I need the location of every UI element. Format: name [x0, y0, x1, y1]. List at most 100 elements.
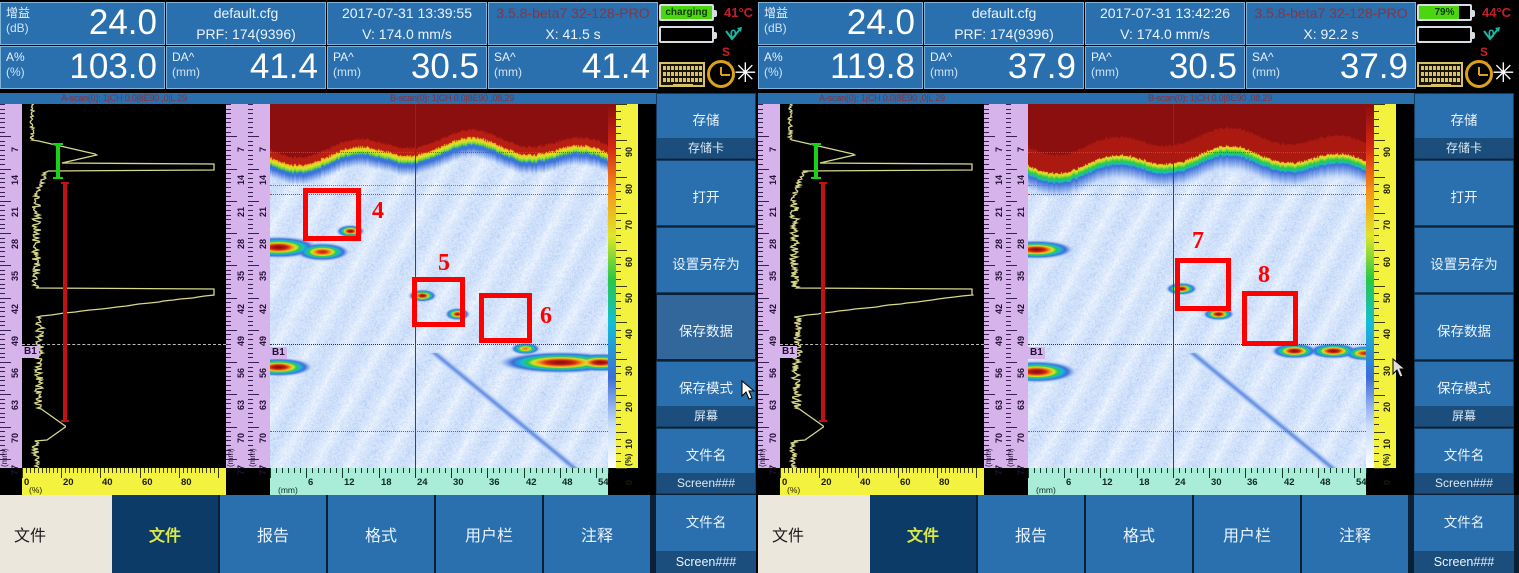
a-scan-gate-a[interactable]: [811, 143, 821, 179]
b-amp-tick-label: 40: [624, 328, 634, 339]
b-position-tick-label: 18: [1139, 477, 1150, 488]
apct-label: A%: [6, 50, 25, 64]
b-position-ruler-unit: (mm): [1036, 485, 1056, 495]
tab-1[interactable]: 文件: [112, 495, 220, 573]
a-scan-depth-ruler: 7 14 21 28 35 42 49 56 63 70 77 (mm): [758, 104, 780, 475]
tab-3[interactable]: 格式: [1086, 495, 1194, 573]
b-scan-reference-line: [1028, 194, 1366, 195]
status-cluster: 79%44°C0S V W✳: [1416, 0, 1515, 93]
b-position-tick-label: 36: [489, 477, 500, 488]
header-readout-grid: 增益 (dB) 24.0 default.cfg PRF: 174(9396) 2017-…: [0, 2, 658, 90]
a-scan-gate-b[interactable]: [819, 182, 827, 422]
b-position-tick-label: 42: [1284, 477, 1295, 488]
velocity-value: V: 174.0 mm/s: [362, 26, 452, 42]
sidebar-button-6[interactable]: 文件名 Screen###: [1414, 428, 1514, 494]
tab-4[interactable]: 用户栏: [1194, 495, 1302, 573]
sidebar-button-6[interactable]: 文件名 Screen###: [656, 428, 756, 494]
sidebar-button-4[interactable]: 保存数据: [1414, 294, 1514, 360]
b-depth-tick-label: 21: [1016, 206, 1026, 217]
defect-marker-label-7: 7: [1192, 228, 1204, 254]
gain-readout: 增益 (dB) 24.0: [758, 2, 923, 45]
b-depth-tick-label: 63: [1016, 399, 1026, 410]
sa-value: 37.9: [1339, 47, 1408, 86]
b-scan-depth-ruler: 7 14 21 28 35 42 49 56 63 70 77 (mm): [248, 104, 270, 475]
da-readout: DA^ (mm) 41.4: [166, 46, 326, 89]
gain-unit: (dB): [6, 21, 29, 35]
x-position-value: X: 92.2 s: [1303, 26, 1359, 42]
sidebar-button-sublabel-5: 屏幕: [1415, 406, 1513, 426]
tab-2[interactable]: 报告: [978, 495, 1086, 573]
apct-readout: A% (%) 103.0: [0, 46, 165, 89]
b-depth-tick-label: 49: [258, 335, 268, 346]
a-scan-depth-ruler-right: 7 14 21 28 35 42 49 56 63 70 77 (mm): [984, 104, 1006, 475]
b-amp-tick-label: 80: [1382, 183, 1392, 194]
pa-label: PA^: [1091, 50, 1112, 64]
defect-marker-box-5: [412, 277, 465, 327]
temperature-readout: 44°C: [1482, 5, 1512, 20]
b-position-tick-label: 42: [526, 477, 537, 488]
tab-3[interactable]: 格式: [328, 495, 436, 573]
b-amp-tick-label: 50: [624, 292, 634, 303]
a-scan-gate-b[interactable]: [61, 182, 69, 422]
b-position-tick-label: 6: [1066, 477, 1072, 488]
b-amp-tick-label: 30: [624, 365, 634, 376]
depth-tick-label: 28: [10, 238, 20, 249]
sidebar-button-label-5: 保存模式: [1437, 380, 1491, 396]
config-readout: default.cfg PRF: 174(9396): [924, 2, 1084, 45]
filename-tab-value: Screen###: [1414, 551, 1514, 573]
tab-5[interactable]: 注释: [544, 495, 652, 573]
b-position-tick-label: 12: [1102, 477, 1113, 488]
da-unit: (mm): [930, 65, 958, 79]
b-amp-tick-label: 80: [624, 183, 634, 194]
sidebar-button-label-2: 打开: [1450, 189, 1478, 205]
sidebar-button-3[interactable]: 设置另存为: [1414, 227, 1514, 293]
depth-tick-label: 21: [10, 206, 20, 217]
sidebar-button-4[interactable]: 保存数据: [656, 294, 756, 360]
b-depth-tick-label: 42: [258, 303, 268, 314]
filename-tab[interactable]: 文件名 Screen###: [656, 495, 756, 573]
menu-sidebar: 存储 存储卡 打开 设置另存为 保存数据 保存模式 屏幕 文件名 Screen###: [656, 93, 756, 495]
b-depth-tick-label: 63: [258, 399, 268, 410]
sidebar-button-2[interactable]: 打开: [656, 160, 756, 226]
b-position-tick-label: 36: [1247, 477, 1258, 488]
gain-value: 24.0: [88, 3, 157, 42]
firmware-version: 3.5.8-beta7 32-128-PRO: [496, 5, 650, 21]
filename-tab[interactable]: 文件名 Screen###: [1414, 495, 1514, 573]
a-scan-gate-a[interactable]: [53, 143, 63, 179]
b-depth-tick-label: 42: [1016, 303, 1026, 314]
b-scan-cursor[interactable]: [1173, 104, 1174, 468]
a-scan-b1-line: [780, 344, 984, 345]
tab-1[interactable]: 文件: [870, 495, 978, 573]
da-value: 37.9: [1007, 47, 1076, 86]
a-scan-view: A-scan(0): 1|CH 0.0|8E90 ,0|L 29 7 14 21 28 3…: [758, 93, 1006, 495]
da-label: DA^: [930, 50, 953, 64]
b-scan-b1-tag: B1: [270, 347, 287, 359]
sidebar-button-label-1: 存储: [1450, 112, 1478, 128]
b-position-tick-label: 24: [417, 477, 428, 488]
sidebar-button-2[interactable]: 打开: [1414, 160, 1514, 226]
b-position-tick-label: 12: [344, 477, 355, 488]
sa-readout: SA^ (mm) 41.4: [488, 46, 658, 89]
sidebar-button-1[interactable]: 存储 存储卡: [656, 93, 756, 159]
amplitude-ruler-unit: (%): [29, 485, 43, 495]
tab-4[interactable]: 用户栏: [436, 495, 544, 573]
config-name: default.cfg: [971, 5, 1037, 21]
b-amp-tick-label: 90: [624, 146, 634, 157]
a-scan-b1-tag: B1: [22, 346, 39, 358]
b-position-tick-label: 54: [1356, 477, 1367, 488]
sidebar-button-5[interactable]: 保存模式 屏幕: [1414, 361, 1514, 427]
a-scan-view: A-scan(0): 1|CH 0.0|8E90 ,0|L 29 7 14 21 28 3…: [0, 93, 248, 495]
apct-readout: A% (%) 119.8: [758, 46, 923, 89]
sidebar-button-1[interactable]: 存储 存储卡: [1414, 93, 1514, 159]
depth-ruler-unit: (mm): [0, 448, 9, 467]
sidebar-button-sublabel-1: 存储卡: [657, 138, 755, 158]
a-scan-title: A-scan(0): 1|CH 0.0|8E90 ,0|L 29: [758, 93, 1006, 104]
tab-5[interactable]: 注释: [1302, 495, 1410, 573]
b-depth-tick-label: 56: [258, 367, 268, 378]
battery-secondary: [1417, 26, 1475, 43]
defect-marker-box-6: [479, 293, 532, 343]
depth-tick-label: 77: [10, 464, 20, 475]
sidebar-button-3[interactable]: 设置另存为: [656, 227, 756, 293]
defect-marker-label-4: 4: [372, 198, 384, 224]
tab-2[interactable]: 报告: [220, 495, 328, 573]
